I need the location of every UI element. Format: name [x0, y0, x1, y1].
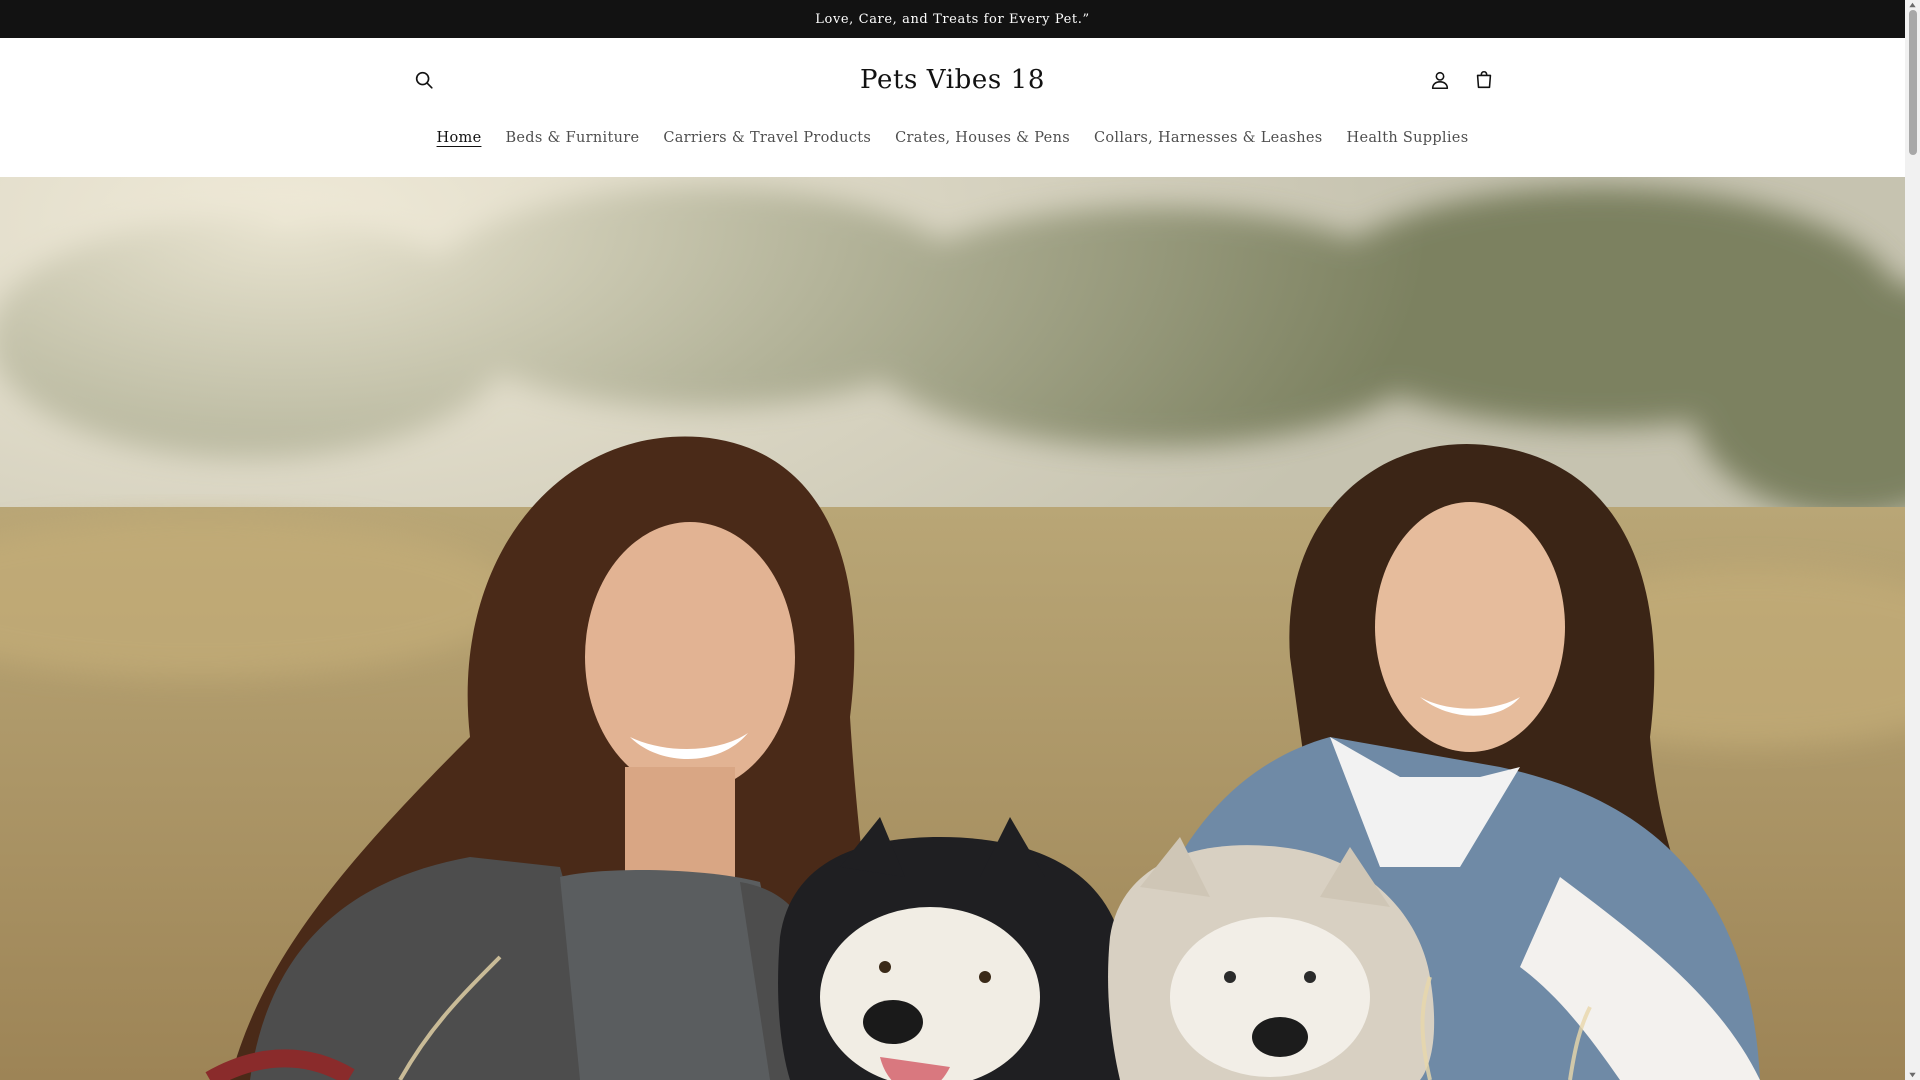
- cart-icon[interactable]: [1466, 62, 1502, 98]
- scrollbar-thumb[interactable]: [1909, 10, 1917, 155]
- hero-banner: [0, 177, 1905, 1080]
- nav-item-collars-harnesses-leashes[interactable]: Collars, Harnesses & Leashes: [1094, 126, 1323, 150]
- main-nav: Home Beds & Furniture Carriers & Travel …: [0, 120, 1905, 156]
- announcement-bar: Love, Care, and Treats for Every Pet.”: [0, 0, 1905, 38]
- nav-item-beds-furniture[interactable]: Beds & Furniture: [505, 126, 639, 150]
- scroll-down-arrow-icon[interactable]: [1908, 1070, 1917, 1079]
- site-logo: Pets Vibes 18: [0, 62, 1905, 98]
- page-scrollbar[interactable]: [1905, 0, 1920, 1080]
- account-icon[interactable]: [1422, 62, 1458, 98]
- scroll-up-arrow-icon[interactable]: [1908, 1, 1917, 10]
- nav-item-carriers-travel[interactable]: Carriers & Travel Products: [663, 126, 871, 150]
- nav-item-home[interactable]: Home: [437, 126, 482, 150]
- site-header: Pets Vibes 18 Home Beds & Furniture Carr…: [0, 38, 1905, 177]
- hero-image: [0, 177, 1905, 1080]
- nav-item-health-supplies[interactable]: Health Supplies: [1347, 126, 1469, 150]
- site-logo-text[interactable]: Pets Vibes 18: [860, 65, 1045, 95]
- announcement-text: Love, Care, and Treats for Every Pet.”: [815, 11, 1090, 27]
- nav-item-crates-houses-pens[interactable]: Crates, Houses & Pens: [895, 126, 1070, 150]
